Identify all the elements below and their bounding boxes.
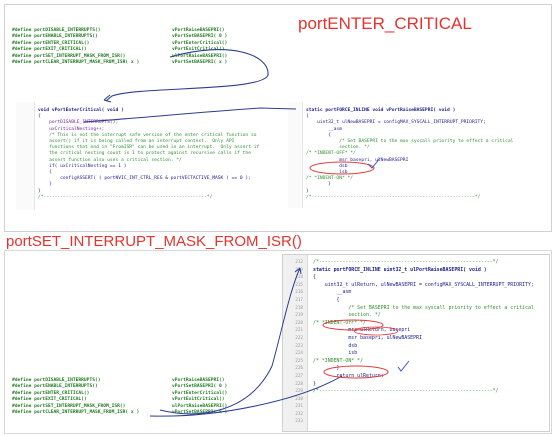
arrow-to-enter-critical xyxy=(105,49,269,102)
check-mark-top xyxy=(367,157,381,169)
arrow-to-raise-basepri xyxy=(83,107,297,123)
circle-mrs-ulreturn xyxy=(322,319,384,331)
arrow-to-return xyxy=(149,375,343,417)
check-mark-bottom xyxy=(397,360,410,372)
circle-return-ulreturn xyxy=(323,365,389,379)
annotation-overlay xyxy=(83,49,410,417)
arrow-to-ul-raise-basepri xyxy=(159,267,301,415)
circle-msr-basepri xyxy=(309,161,375,175)
